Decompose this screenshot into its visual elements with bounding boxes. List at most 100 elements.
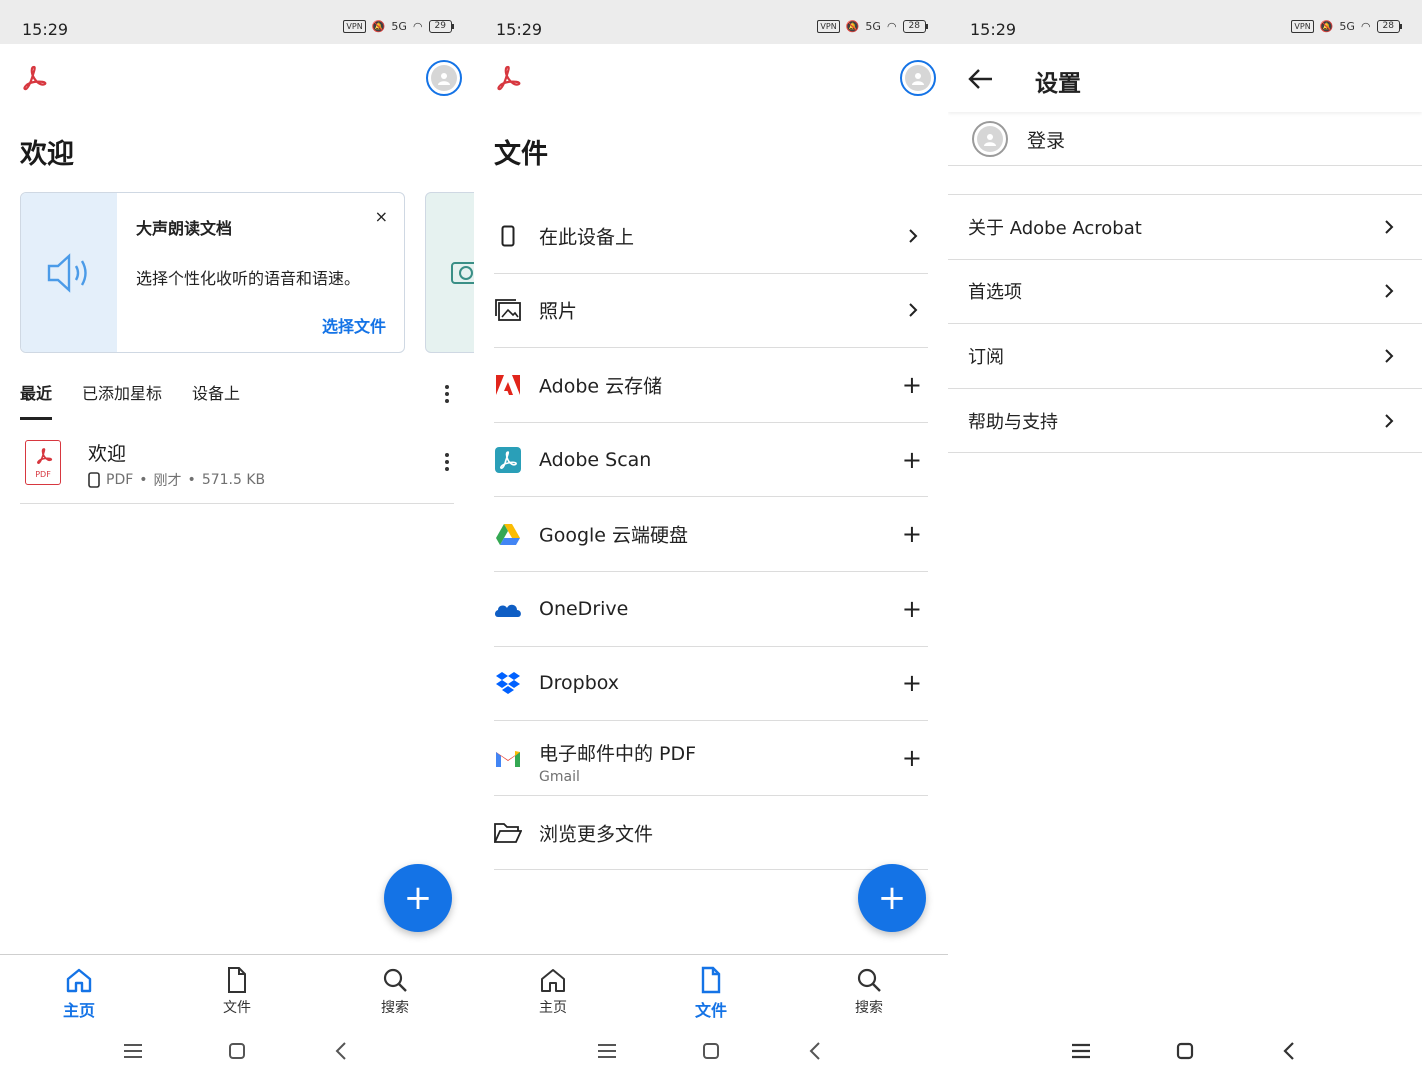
nav-home-label: 主页 <box>539 1000 567 1016</box>
list-item-gmail[interactable]: 电子邮件中的 PDF Gmail + <box>494 721 928 796</box>
add-icon[interactable]: + <box>902 744 922 772</box>
add-icon[interactable]: + <box>902 520 922 548</box>
list-item-on-device[interactable]: 在此设备上 <box>494 199 928 274</box>
settings-item-help[interactable]: 帮助与支持 <box>948 389 1422 454</box>
close-icon[interactable]: × <box>375 207 388 226</box>
menu-icon[interactable] <box>593 1037 621 1065</box>
signal-icon: 5G <box>865 20 881 33</box>
avatar-icon <box>972 121 1008 157</box>
list-item-label: OneDrive <box>539 597 629 620</box>
vpn-icon: VPN <box>1291 20 1314 33</box>
home-square-icon[interactable] <box>223 1037 251 1065</box>
chevron-right-icon <box>909 303 918 318</box>
page-title: 文件 <box>494 139 548 170</box>
document-icon <box>701 966 721 994</box>
select-file-button[interactable]: 选择文件 <box>322 313 386 337</box>
avatar-icon <box>905 65 931 91</box>
nav-files[interactable]: 文件 <box>158 955 316 1026</box>
home-square-icon[interactable] <box>1171 1037 1199 1065</box>
file-type: PDF <box>106 472 134 488</box>
menu-icon[interactable] <box>119 1037 147 1065</box>
file-row[interactable]: PDF 欢迎 PDF • 刚才 • 571.5 KB <box>20 432 454 504</box>
settings-item-subscription[interactable]: 订阅 <box>948 324 1422 389</box>
home-square-icon[interactable] <box>697 1037 725 1065</box>
list-item-photos[interactable]: 照片 <box>494 274 928 349</box>
list-item-label: 在此设备上 <box>539 226 635 249</box>
settings-item-label: 关于 Adobe Acrobat <box>968 217 1142 239</box>
card-title: 大声朗读文档 <box>136 219 233 238</box>
list-item-sublabel: Gmail <box>539 769 580 786</box>
add-icon[interactable]: + <box>902 669 922 697</box>
add-fab-button[interactable]: + <box>858 864 926 932</box>
avatar-icon <box>431 65 457 91</box>
more-options-icon[interactable] <box>442 384 452 404</box>
nav-home-label: 主页 <box>62 1001 95 1020</box>
folder-icon <box>494 819 522 847</box>
status-bar: 15:29 VPN 🔕 5G ◠ 28 <box>948 0 1422 44</box>
system-nav <box>0 1030 474 1072</box>
list-item-adobe-scan[interactable]: Adobe Scan + <box>494 423 928 498</box>
status-icons: VPN 🔕 5G ◠ 28 <box>817 20 929 33</box>
status-bar: 15:29 VPN 🔕 5G ◠ 28 <box>474 0 948 44</box>
tab-starred[interactable]: 已添加星标 <box>82 380 162 420</box>
add-icon[interactable]: + <box>902 371 922 399</box>
adobe-scan-icon <box>494 446 522 474</box>
card-description: 选择个性化收听的语音和语速。 <box>136 269 361 288</box>
system-nav <box>474 1030 948 1072</box>
nav-search-label: 搜索 <box>381 1000 409 1016</box>
menu-icon[interactable] <box>1067 1037 1095 1065</box>
scan-card-peek[interactable] <box>425 192 474 353</box>
status-time: 15:29 <box>22 20 69 39</box>
list-item-browse[interactable]: 浏览更多文件 <box>494 796 928 871</box>
chevron-right-icon <box>1385 413 1394 428</box>
battery-icon: 28 <box>1376 20 1403 33</box>
wifi-icon: ◠ <box>886 20 897 33</box>
settings-item-label: 订阅 <box>968 346 1004 368</box>
list-item-label: 浏览更多文件 <box>539 823 654 846</box>
tab-recent[interactable]: 最近 <box>20 380 53 420</box>
back-icon[interactable] <box>1275 1037 1303 1065</box>
mute-icon: 🔕 <box>1319 20 1334 33</box>
list-item-onedrive[interactable]: OneDrive + <box>494 572 928 647</box>
page-title: 欢迎 <box>20 139 74 170</box>
home-screen: 15:29 VPN 🔕 5G ◠ 29 欢迎 大声朗读文档 × 选择个性化收听的… <box>0 0 474 1080</box>
nav-search[interactable]: 搜索 <box>316 955 474 1026</box>
vpn-icon: VPN <box>817 20 840 33</box>
file-sources-list: 在此设备上 照片 Adobe 云存储 + Adobe Scan + Google… <box>494 199 928 871</box>
dropbox-icon <box>494 669 522 697</box>
nav-search[interactable]: 搜索 <box>790 955 948 1026</box>
back-icon[interactable] <box>801 1037 829 1065</box>
nav-files[interactable]: 文件 <box>632 955 790 1026</box>
add-fab-button[interactable]: + <box>384 864 452 932</box>
add-icon[interactable]: + <box>902 595 922 623</box>
file-time: 刚才 <box>153 473 182 489</box>
list-item-google-drive[interactable]: Google 云端硬盘 + <box>494 497 928 572</box>
nav-home[interactable]: 主页 <box>474 955 632 1026</box>
nav-home[interactable]: 主页 <box>0 955 158 1026</box>
onedrive-icon <box>494 595 522 623</box>
list-item-adobe-cloud[interactable]: Adobe 云存储 + <box>494 348 928 423</box>
read-aloud-card: 大声朗读文档 × 选择个性化收听的语音和语速。 选择文件 <box>20 192 405 353</box>
tab-on-device[interactable]: 设备上 <box>192 380 240 420</box>
nav-search-label: 搜索 <box>855 1000 883 1016</box>
sign-in-row[interactable]: 登录 <box>948 112 1422 166</box>
google-drive-icon <box>494 520 522 548</box>
add-icon[interactable]: + <box>902 446 922 474</box>
file-meta: PDF • 刚才 • 571.5 KB <box>88 470 265 490</box>
pdf-tag: PDF <box>35 470 51 479</box>
file-size: 571.5 KB <box>201 472 266 488</box>
list-item-dropbox[interactable]: Dropbox + <box>494 647 928 722</box>
chevron-right-icon <box>1385 220 1394 234</box>
profile-avatar-button[interactable] <box>426 60 462 96</box>
system-nav <box>948 1030 1422 1072</box>
settings-item-about[interactable]: 关于 Adobe Acrobat <box>948 195 1422 260</box>
nav-files-label: 文件 <box>694 1001 727 1020</box>
file-more-icon[interactable] <box>442 452 452 472</box>
profile-avatar-button[interactable] <box>900 60 936 96</box>
list-item-label: 照片 <box>539 300 578 323</box>
chevron-right-icon <box>1385 284 1394 299</box>
back-icon[interactable] <box>327 1037 355 1065</box>
back-arrow-icon[interactable] <box>968 66 994 92</box>
settings-item-preferences[interactable]: 首选项 <box>948 260 1422 325</box>
status-icons: VPN 🔕 5G ◠ 28 <box>1291 20 1403 33</box>
